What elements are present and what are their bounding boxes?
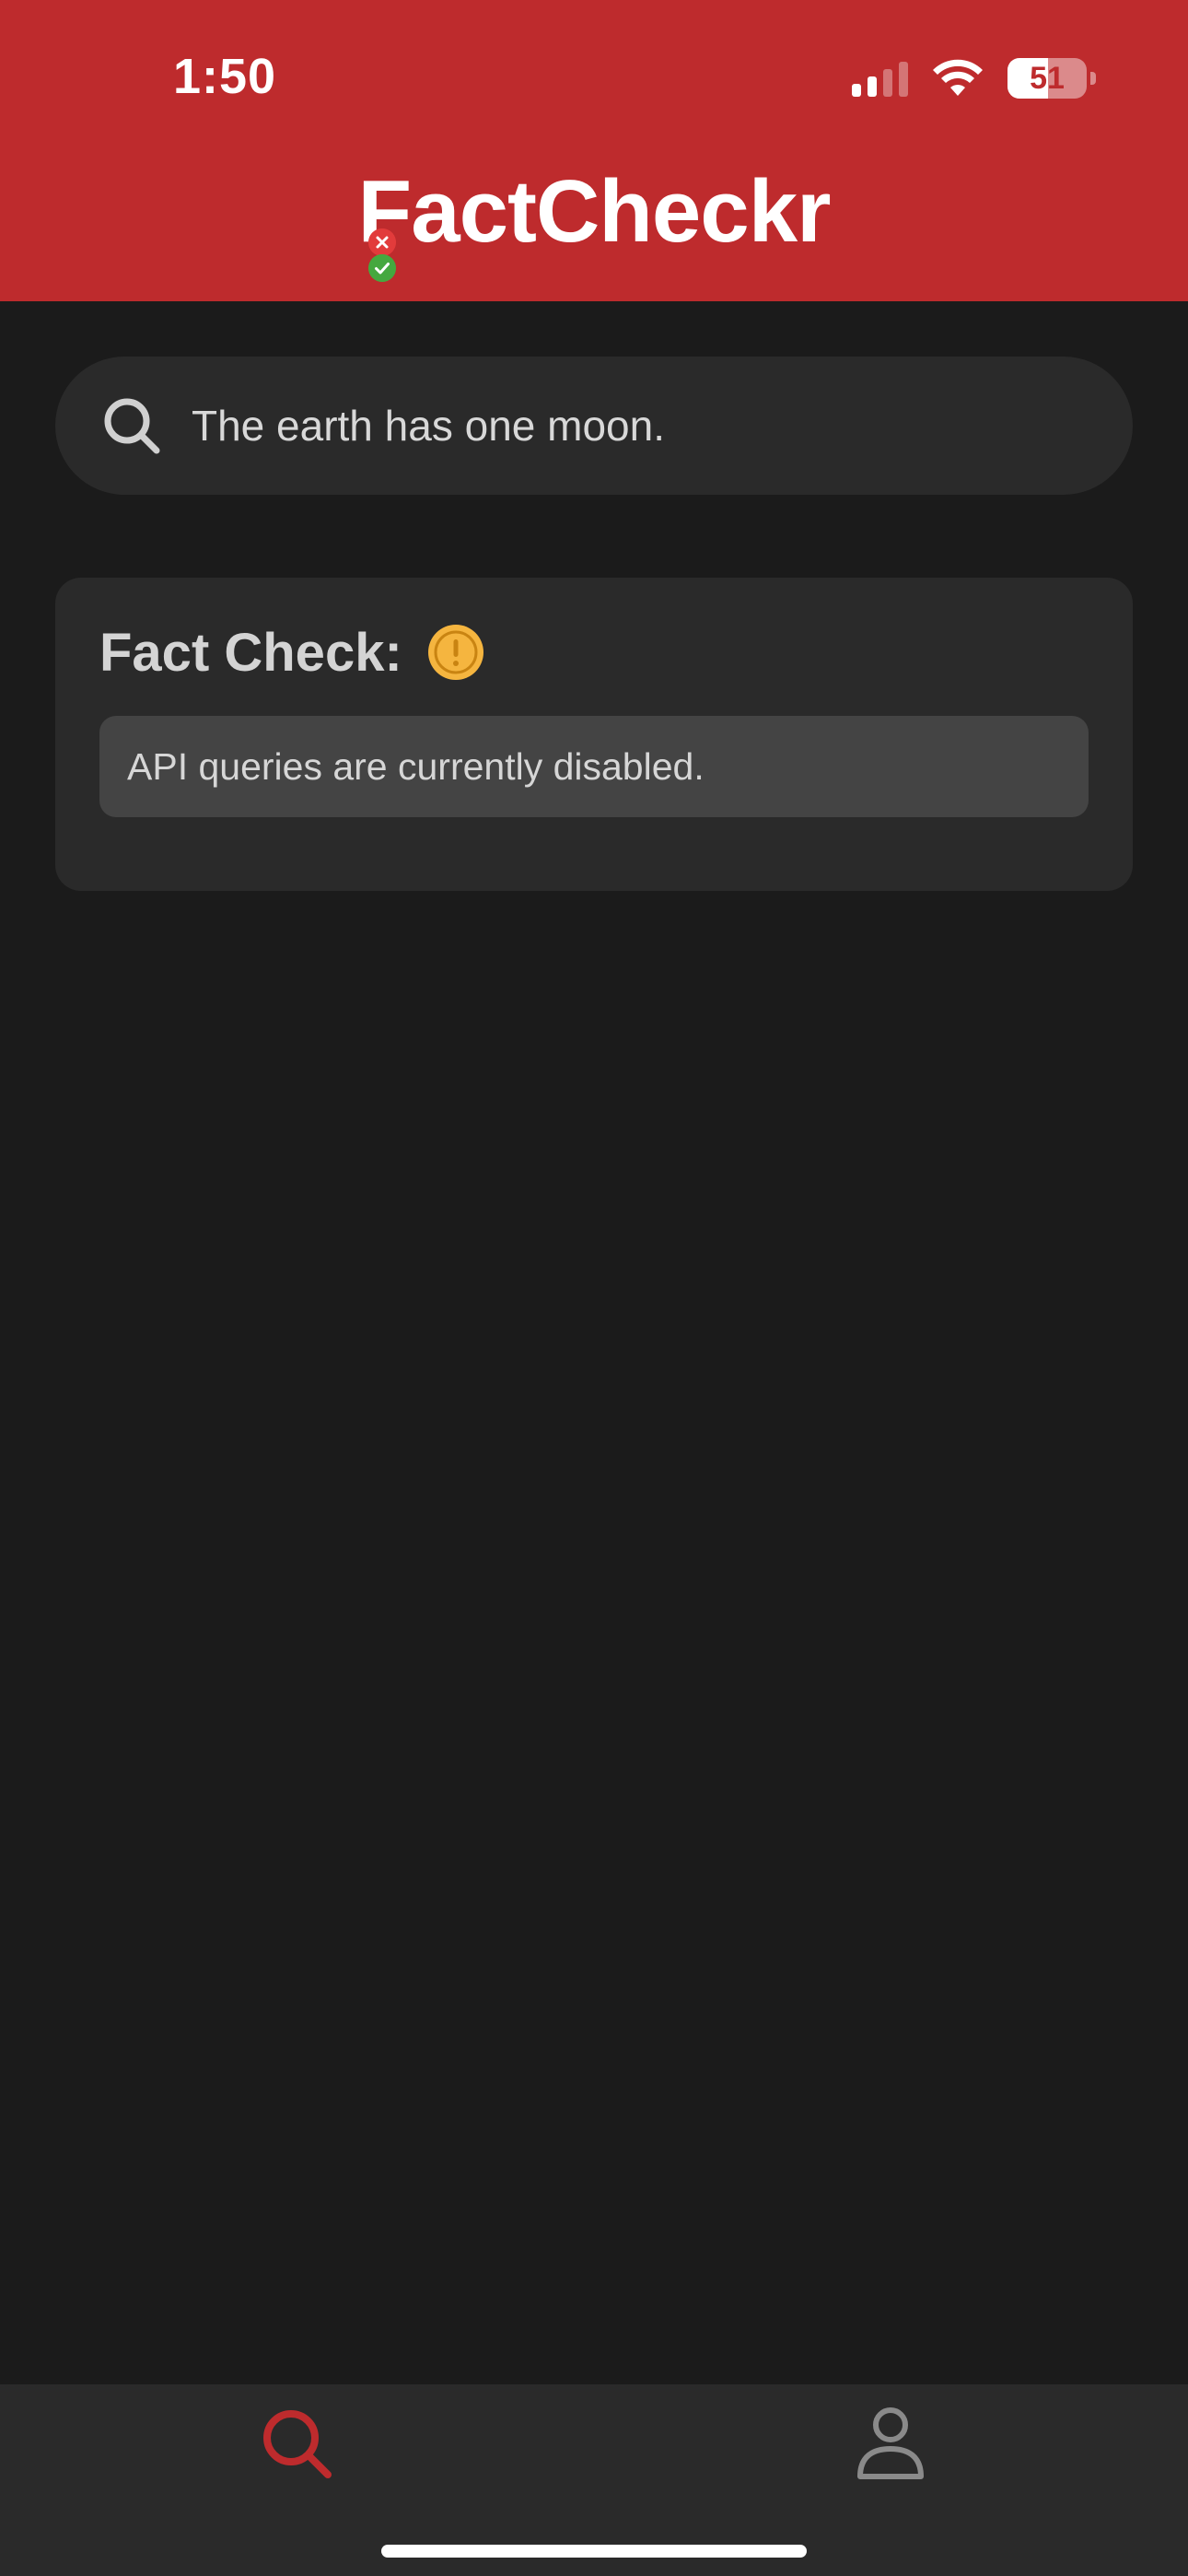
wifi-icon: [933, 59, 983, 96]
warning-icon: [428, 625, 483, 680]
battery-percent: 51: [1030, 60, 1065, 96]
tab-search-icon[interactable]: [256, 2403, 339, 2486]
search-input[interactable]: The earth has one moon.: [192, 357, 1076, 495]
battery-icon: 51: [1007, 58, 1096, 99]
status-message: API queries are currently disabled.: [127, 745, 705, 788]
status-indicators: 51: [852, 55, 1096, 101]
search-icon: [104, 398, 160, 454]
fact-check-card: Fact Check: API queries are currently di…: [55, 578, 1133, 891]
search-bar[interactable]: The earth has one moon.: [55, 357, 1133, 495]
status-message-box: API queries are currently disabled.: [99, 716, 1089, 817]
home-indicator: [381, 2545, 807, 2558]
app-logo-title: FactCheckr: [357, 162, 832, 261]
check-badge-icon: [368, 254, 396, 282]
tab-profile-icon[interactable]: [849, 2403, 932, 2486]
cellular-signal-icon: [852, 60, 908, 97]
app-header: 1:50 51 FactCheckr: [0, 0, 1188, 301]
card-title: Fact Check:: [99, 623, 402, 683]
cross-badge-icon: [368, 228, 396, 256]
logo-check-badges: [368, 228, 400, 284]
status-time: 1:50: [173, 49, 277, 104]
bottom-tab-bar: [0, 2384, 1188, 2576]
